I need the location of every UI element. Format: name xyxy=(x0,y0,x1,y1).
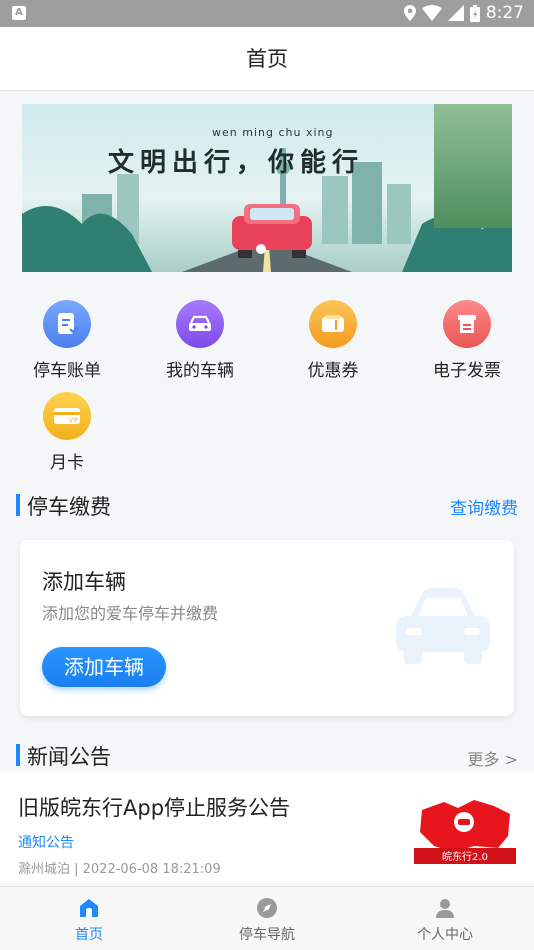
banner-carousel[interactable]: wen ming chu xing 文明出行，你能行 xyxy=(22,104,512,272)
coupon-icon xyxy=(309,300,357,348)
compass-icon xyxy=(255,896,279,920)
quick-item-my-vehicle[interactable]: 我的车辆 xyxy=(145,300,255,381)
clock: 8:27 xyxy=(485,3,524,23)
news-section-header: 新闻公告 更多 > xyxy=(0,741,534,771)
carousel-indicator xyxy=(256,244,266,254)
page-title: 首页 xyxy=(0,27,534,91)
invoice-icon xyxy=(443,300,491,348)
banner-subtitle: wen ming chu xing xyxy=(212,126,334,139)
car-icon xyxy=(176,300,224,348)
banner-next-slide xyxy=(434,104,512,228)
car-icon xyxy=(396,588,490,664)
quick-item-monthly-card[interactable]: VIP 月卡 xyxy=(12,392,122,473)
add-vehicle-button[interactable]: 添加车辆 xyxy=(42,647,166,687)
quick-item-parking-bill[interactable]: 停车账单 xyxy=(12,300,122,381)
news-tag: 通知公告 xyxy=(18,835,74,851)
section-accent-bar xyxy=(16,494,20,516)
tab-label: 首页 xyxy=(75,927,103,943)
user-icon xyxy=(433,896,457,920)
section-title: 停车缴费 xyxy=(27,495,111,519)
quick-item-label: 电子发票 xyxy=(433,361,501,381)
quick-item-e-invoice[interactable]: 电子发票 xyxy=(412,300,522,381)
notification-indicator: A xyxy=(12,6,26,20)
location-icon xyxy=(403,5,416,21)
section-title: 新闻公告 xyxy=(27,745,111,769)
card-title: 添加车辆 xyxy=(42,570,126,594)
section-accent-bar xyxy=(16,744,20,766)
quick-item-label: 优惠券 xyxy=(307,361,359,381)
news-title: 旧版皖东行App停止服务公告 xyxy=(18,796,291,820)
news-meta: 滁州城泊 | 2022-06-08 18:21:09 xyxy=(18,862,221,877)
app-logo-image: 皖东行2.0 xyxy=(414,800,516,864)
card-description: 添加您的爱车停车并缴费 xyxy=(42,604,219,623)
tab-parking-navigation[interactable]: 停车导航 xyxy=(178,887,356,950)
news-thumbnail: 皖东行2.0 xyxy=(414,796,516,864)
bill-icon xyxy=(43,300,91,348)
query-payment-link[interactable]: 查询缴费 xyxy=(450,494,518,519)
vip-card-icon: VIP xyxy=(43,392,91,440)
status-bar: A 8:27 xyxy=(0,0,534,27)
svg-text:VIP: VIP xyxy=(69,417,79,424)
more-news-link[interactable]: 更多 > xyxy=(468,746,519,770)
tab-label: 停车导航 xyxy=(239,927,295,943)
tab-home[interactable]: 首页 xyxy=(0,887,178,950)
home-icon xyxy=(77,896,101,920)
banner-title: 文明出行，你能行 xyxy=(108,148,365,178)
battery-icon xyxy=(469,4,480,22)
news-item[interactable]: 旧版皖东行App停止服务公告 通知公告 滁州城泊 | 2022-06-08 18… xyxy=(0,772,534,882)
signal-icon xyxy=(447,5,464,21)
add-vehicle-card: 添加车辆 添加您的爱车停车并缴费 添加车辆 xyxy=(20,540,514,716)
quick-item-label: 停车账单 xyxy=(33,361,101,381)
quick-item-label: 月卡 xyxy=(50,453,84,473)
tab-label: 个人中心 xyxy=(417,927,473,943)
wifi-icon xyxy=(421,5,442,21)
quick-item-coupon[interactable]: 优惠券 xyxy=(278,300,388,381)
tab-personal-center[interactable]: 个人中心 xyxy=(356,887,534,950)
news-thumbnail-caption: 皖东行2.0 xyxy=(442,850,488,863)
quick-item-label: 我的车辆 xyxy=(166,361,234,381)
parking-section-header: 停车缴费 查询缴费 xyxy=(0,491,534,521)
bottom-tab-bar: 首页 停车导航 个人中心 xyxy=(0,886,534,950)
